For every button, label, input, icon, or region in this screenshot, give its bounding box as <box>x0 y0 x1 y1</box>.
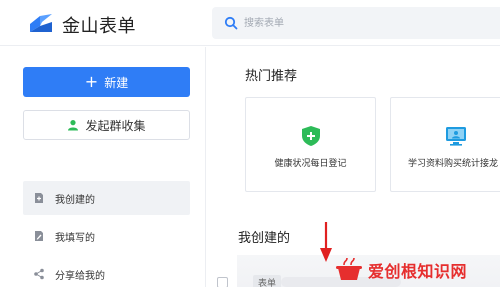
sidebar-item-label: 我创建的 <box>55 194 95 206</box>
sidebar-item-my-created[interactable]: 我创建的 <box>23 181 190 215</box>
sidebar: + 新建 发起群收集 我创建的 我填写的 分享给我的 <box>0 47 206 287</box>
search-icon <box>224 16 238 30</box>
app-title: 金山表单 <box>62 16 136 37</box>
sidebar-item-label: 分享给我的 <box>55 270 105 282</box>
arrow-down-icon <box>320 222 332 262</box>
watermark: 爱创根知识网 <box>334 256 467 284</box>
hot-section-title: 热门推荐 <box>245 69 298 84</box>
person-icon <box>68 120 79 131</box>
template-card-health[interactable]: 健康状况每日登记 <box>245 97 376 192</box>
card-label: 健康状况每日登记 <box>274 159 347 169</box>
watermark-logo-icon <box>336 257 362 280</box>
watermark-text: 爱创根知识网 <box>368 262 468 281</box>
sidebar-item-label: 我填写的 <box>55 232 95 244</box>
group-collect-label: 发起群收集 <box>85 118 146 133</box>
edit-icon <box>35 231 43 241</box>
sidebar-item-my-filled[interactable]: 我填写的 <box>23 219 190 253</box>
my-created-section-title: 我创建的 <box>238 231 291 246</box>
search-input[interactable] <box>244 7 444 39</box>
new-button-label: 新建 <box>104 75 129 90</box>
share-icon <box>34 268 44 280</box>
card-label: 学习资料购买统计接龙 <box>407 159 498 169</box>
form-type-tag: 表单 <box>253 275 282 287</box>
app-logo-icon[interactable] <box>28 12 54 34</box>
row-checkbox[interactable] <box>217 277 228 287</box>
plus-icon: + <box>84 72 99 91</box>
doc-plus-icon <box>35 193 43 203</box>
monitor-icon <box>446 127 466 146</box>
top-bar: 金山表单 <box>0 0 500 46</box>
template-card-study-materials[interactable]: 学习资料购买统计接龙 <box>390 97 500 192</box>
search-box[interactable] <box>212 7 500 39</box>
new-button[interactable]: + 新建 <box>23 67 190 97</box>
sidebar-item-shared-with-me[interactable]: 分享给我的 <box>23 257 190 287</box>
group-collect-button[interactable]: 发起群收集 <box>23 110 190 140</box>
shield-plus-icon <box>302 126 320 146</box>
main-content: 热门推荐 健康状况每日登记 学习资料购买统计接龙 我创建的 表单 <box>207 47 500 287</box>
